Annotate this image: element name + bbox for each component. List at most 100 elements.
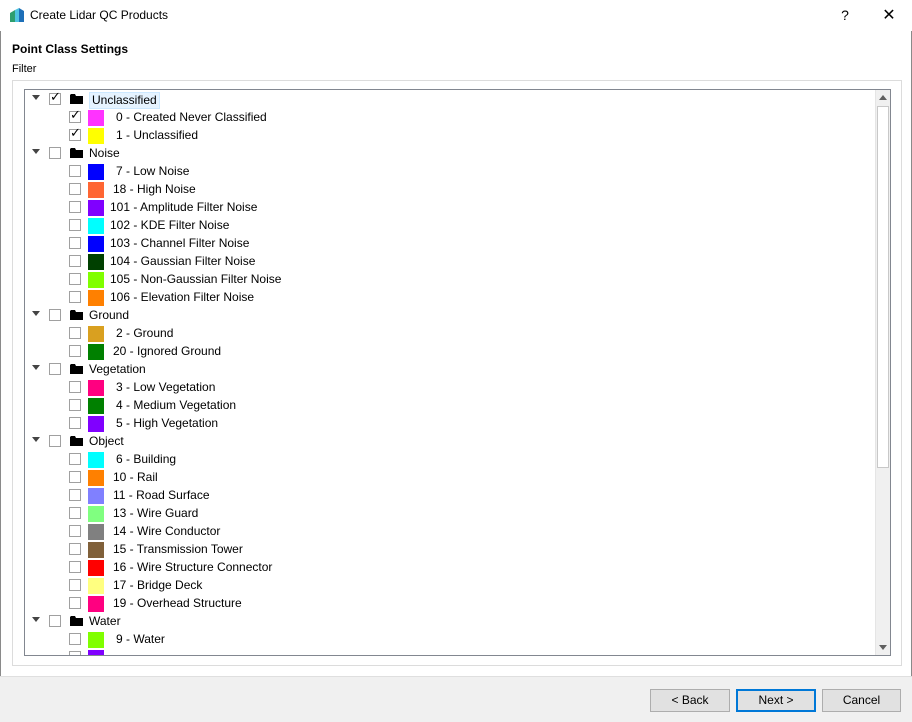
class-label: 11 - Road Surface xyxy=(113,488,210,502)
class-checkbox[interactable] xyxy=(69,489,81,501)
class-checkbox[interactable] xyxy=(69,291,81,303)
group-checkbox[interactable] xyxy=(49,435,61,447)
tree-item-row[interactable]: 15 - Transmission Tower xyxy=(25,541,875,559)
group-checkbox[interactable] xyxy=(49,147,61,159)
class-checkbox[interactable] xyxy=(69,399,81,411)
tree-item-row[interactable]: 17 - Bridge Deck xyxy=(25,577,875,595)
tree-item-row[interactable]: 9 - Water xyxy=(25,631,875,649)
class-checkbox[interactable] xyxy=(69,543,81,555)
tree-item-row[interactable]: 104 - Gaussian Filter Noise xyxy=(25,253,875,271)
tree-item-row[interactable]: 11 - Road Surface xyxy=(25,487,875,505)
class-checkbox[interactable] xyxy=(69,579,81,591)
group-checkbox[interactable] xyxy=(49,90,61,105)
class-checkbox[interactable] xyxy=(69,471,81,483)
tree-item-row[interactable]: 10 - Rail xyxy=(25,469,875,487)
class-checkbox[interactable] xyxy=(69,507,81,519)
class-checkbox[interactable] xyxy=(69,201,81,213)
tree-item-row[interactable]: 106 - Elevation Filter Noise xyxy=(25,289,875,307)
group-label: Ground xyxy=(89,308,130,322)
group-checkbox[interactable] xyxy=(49,615,61,627)
class-checkbox[interactable] xyxy=(69,219,81,231)
class-label: 5 - High Vegetation xyxy=(116,416,219,430)
tree-item-row[interactable]: 7 - Low Noise xyxy=(25,163,875,181)
vertical-scrollbar[interactable] xyxy=(875,90,890,655)
scroll-up-icon[interactable] xyxy=(879,95,887,100)
class-checkbox[interactable] xyxy=(69,108,81,123)
class-checkbox[interactable] xyxy=(69,417,81,429)
class-label: 17 - Bridge Deck xyxy=(113,578,203,592)
class-checkbox[interactable] xyxy=(69,165,81,177)
tree-group-row[interactable]: Vegetation xyxy=(25,361,875,379)
tree-item-row[interactable]: 1 - Unclassified xyxy=(25,126,875,145)
class-color-swatch xyxy=(88,344,104,360)
expand-arrow-icon[interactable] xyxy=(32,437,40,442)
expand-arrow-icon[interactable] xyxy=(32,617,40,622)
back-button[interactable]: < Back xyxy=(650,689,730,712)
tree-item-row[interactable]: 4 - Medium Vegetation xyxy=(25,397,875,415)
class-checkbox[interactable] xyxy=(69,183,81,195)
tree-item-row[interactable]: 14 - Wire Conductor xyxy=(25,523,875,541)
tree-item-row[interactable]: 2 - Ground xyxy=(25,325,875,343)
folder-icon xyxy=(70,436,83,446)
class-checkbox[interactable] xyxy=(69,597,81,609)
tree-item-row[interactable]: 13 - Wire Guard xyxy=(25,505,875,523)
expand-arrow-icon[interactable] xyxy=(32,95,40,100)
app-icon xyxy=(10,8,24,22)
group-checkbox[interactable] xyxy=(49,309,61,321)
window-title: Create Lidar QC Products xyxy=(30,8,169,22)
tree-item-row[interactable] xyxy=(25,649,875,655)
tree-item-row[interactable]: 19 - Overhead Structure xyxy=(25,595,875,613)
tree-item-row[interactable]: 6 - Building xyxy=(25,451,875,469)
tree-item-row[interactable]: 103 - Channel Filter Noise xyxy=(25,235,875,253)
class-color-swatch xyxy=(88,236,104,252)
tree-item-row[interactable]: 18 - High Noise xyxy=(25,181,875,199)
class-checkbox[interactable] xyxy=(69,561,81,573)
help-button[interactable]: ? xyxy=(822,0,868,31)
class-checkbox[interactable] xyxy=(69,453,81,465)
tree-item-row[interactable]: 105 - Non-Gaussian Filter Noise xyxy=(25,271,875,289)
class-label: 101 - Amplitude Filter Noise xyxy=(110,200,258,214)
tree-group-row[interactable]: Water xyxy=(25,613,875,631)
tree-item-row[interactable]: 16 - Wire Structure Connector xyxy=(25,559,875,577)
filter-label: Filter xyxy=(12,63,37,75)
class-checkbox[interactable] xyxy=(69,381,81,393)
expand-arrow-icon[interactable] xyxy=(32,149,40,154)
class-color-swatch xyxy=(88,254,104,270)
tree-group-row[interactable]: Noise xyxy=(25,145,875,163)
class-color-swatch xyxy=(88,218,104,234)
expand-arrow-icon[interactable] xyxy=(32,365,40,370)
tree-item-row[interactable]: 3 - Low Vegetation xyxy=(25,379,875,397)
class-label: 18 - High Noise xyxy=(113,182,196,196)
scrollbar-thumb[interactable] xyxy=(877,106,889,468)
class-label: 105 - Non-Gaussian Filter Noise xyxy=(110,272,282,286)
tree-item-row[interactable]: 0 - Created Never Classified xyxy=(25,108,875,127)
tree-item-row[interactable]: 102 - KDE Filter Noise xyxy=(25,217,875,235)
next-button[interactable]: Next > xyxy=(736,689,816,712)
scroll-down-icon[interactable] xyxy=(879,645,887,650)
class-checkbox[interactable] xyxy=(69,633,81,645)
class-checkbox[interactable] xyxy=(69,255,81,267)
tree-group-row[interactable]: Object xyxy=(25,433,875,451)
close-button[interactable]: ✕ xyxy=(866,0,912,31)
tree-item-row[interactable]: 101 - Amplitude Filter Noise xyxy=(25,199,875,217)
expand-arrow-icon[interactable] xyxy=(32,311,40,316)
tree-group-row[interactable]: Ground xyxy=(25,307,875,325)
tree-item-row[interactable]: 5 - High Vegetation xyxy=(25,415,875,433)
class-checkbox[interactable] xyxy=(69,126,81,141)
cancel-button[interactable]: Cancel xyxy=(822,689,901,712)
tree-item-row[interactable]: 20 - Ignored Ground xyxy=(25,343,875,361)
group-checkbox[interactable] xyxy=(49,363,61,375)
class-checkbox[interactable] xyxy=(69,273,81,285)
class-checkbox[interactable] xyxy=(69,651,81,655)
class-checkbox[interactable] xyxy=(69,345,81,357)
class-checkbox[interactable] xyxy=(69,525,81,537)
tree-group-row[interactable]: Unclassified xyxy=(25,90,875,109)
class-color-swatch xyxy=(88,524,104,540)
class-color-swatch xyxy=(88,200,104,216)
class-checkbox[interactable] xyxy=(69,237,81,249)
class-color-swatch xyxy=(88,128,104,144)
class-color-swatch xyxy=(88,398,104,414)
point-class-tree[interactable]: Unclassified0 - Created Never Classified… xyxy=(24,89,891,656)
class-checkbox[interactable] xyxy=(69,327,81,339)
class-label: 19 - Overhead Structure xyxy=(113,596,242,610)
